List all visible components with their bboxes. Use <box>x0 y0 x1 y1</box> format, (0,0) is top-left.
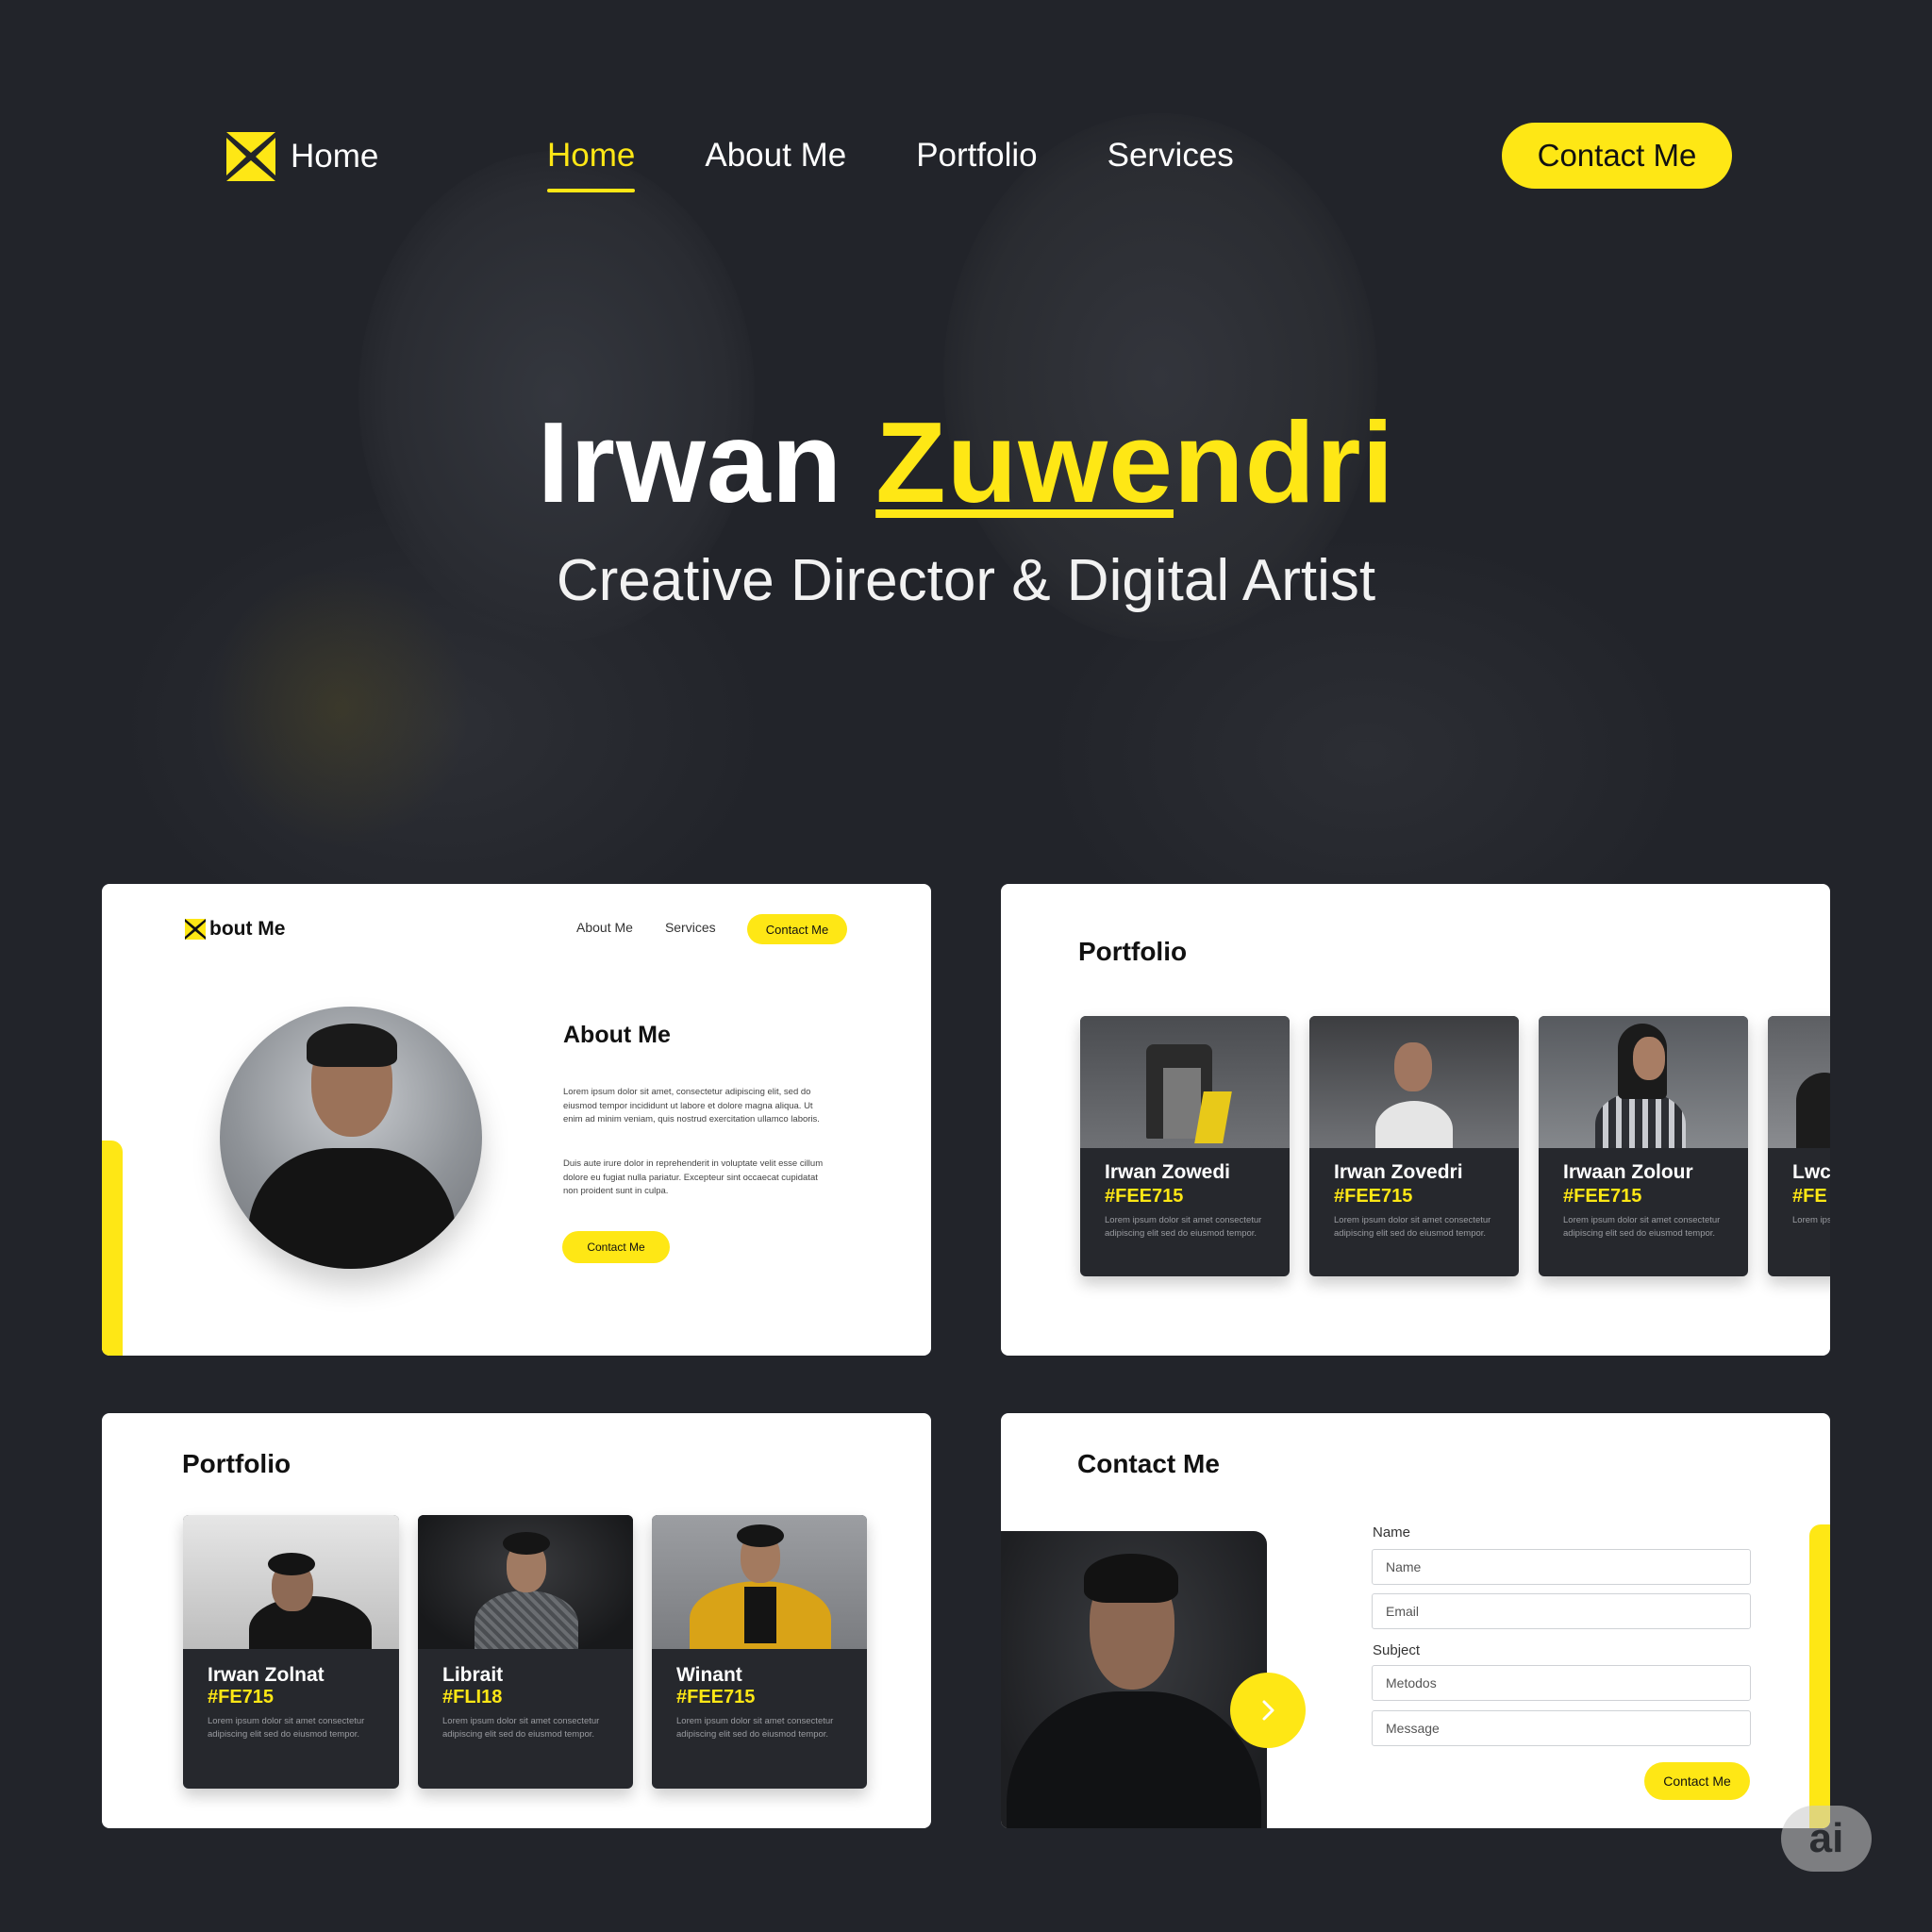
portfolio-desc: Lorem ipsum dolor sit amet consectetur a… <box>1105 1215 1262 1239</box>
contact-me-button[interactable]: Contact Me <box>1502 123 1732 189</box>
portfolio-photo <box>652 1515 867 1649</box>
portfolio-name: Librait <box>442 1664 504 1686</box>
x-logo-icon <box>185 919 206 940</box>
portfolio-item[interactable]: Lwc #FE Lorem ipsum dolor sit amet. <box>1768 1016 1830 1276</box>
portfolio-item[interactable]: Librait #FLI18 Lorem ipsum dolor sit ame… <box>418 1515 633 1789</box>
portfolio-name: Irwan Zowedi <box>1105 1161 1231 1183</box>
about-paragraph: Lorem ipsum dolor sit amet, consectetur … <box>563 1087 820 1124</box>
portfolio-card-top: Portfolio Irwan Zowedi #FEE715 Lorem ips… <box>1001 884 1830 1356</box>
avatar <box>220 1007 482 1269</box>
message-field[interactable]: Message <box>1372 1710 1751 1746</box>
subject-field[interactable]: Metodos <box>1372 1665 1751 1701</box>
portfolio-desc: Lorem ipsum dolor sit amet consectetur a… <box>208 1716 365 1740</box>
logo-text: Home <box>291 138 379 175</box>
nav-link-home[interactable]: Home <box>547 132 636 192</box>
x-logo-icon <box>226 132 275 181</box>
portfolio-name: Winant <box>676 1664 742 1686</box>
portfolio-item[interactable]: Winant #FEE715 Lorem ipsum dolor sit ame… <box>652 1515 867 1789</box>
portfolio-name: Lwc <box>1792 1161 1830 1183</box>
portfolio-color: #FEE715 <box>676 1687 756 1707</box>
portfolio-color: #FEE715 <box>1105 1186 1184 1207</box>
hero-first-name: Irwan <box>537 398 843 526</box>
portfolio-item[interactable]: Irwaan Zolour #FEE715 Lorem ipsum dolor … <box>1539 1016 1748 1276</box>
mini-nav: About Me Services <box>576 920 716 935</box>
nav-link-services[interactable]: Services <box>1108 132 1234 192</box>
mini-nav-about[interactable]: About Me <box>576 920 633 935</box>
portfolio-title: Portfolio <box>1078 937 1188 966</box>
portfolio-color: #FLI18 <box>442 1687 503 1707</box>
ai-badge: ai <box>1781 1806 1872 1872</box>
portfolio-photo <box>1539 1016 1748 1148</box>
portfolio-name: Irwan Zolnat <box>208 1664 325 1686</box>
portfolio-color: #FE <box>1792 1186 1827 1207</box>
portfolio-item[interactable]: Irwan Zowedi #FEE715 Lorem ipsum dolor s… <box>1080 1016 1290 1276</box>
name-field[interactable]: Name <box>1372 1549 1751 1585</box>
nav-links: Home About Me Portfolio Services <box>547 132 1234 192</box>
about-contact-button[interactable]: Contact Me <box>562 1231 670 1263</box>
chevron-right-icon <box>1262 1700 1274 1721</box>
contact-title: Contact Me <box>1077 1449 1220 1478</box>
portfolio-color: #FE715 <box>208 1687 275 1707</box>
contact-card: Contact Me Name Name Email Subject Metod… <box>1001 1413 1830 1828</box>
portfolio-color: #FEE715 <box>1334 1186 1413 1207</box>
hero-title: Irwan Zuwendri <box>0 396 1932 528</box>
portfolio-item[interactable]: Irwan Zovedri #FEE715 Lorem ipsum dolor … <box>1309 1016 1519 1276</box>
contact-photo <box>1001 1531 1267 1828</box>
next-button[interactable] <box>1230 1673 1306 1748</box>
mini-nav-services[interactable]: Services <box>665 920 716 935</box>
email-field[interactable]: Email <box>1372 1593 1751 1629</box>
top-navigation: Home Home About Me Portfolio Services Co… <box>0 0 1932 321</box>
portfolio-desc: Lorem ipsum dolor sit amet consectetur a… <box>676 1716 834 1740</box>
portfolio-desc: Lorem ipsum dolor sit amet consectetur a… <box>1563 1215 1721 1239</box>
send-contact-button[interactable]: Contact Me <box>1644 1762 1750 1800</box>
portfolio-item[interactable]: Irwan Zolnat #FE715 Lorem ipsum dolor si… <box>183 1515 399 1789</box>
nav-link-portfolio[interactable]: Portfolio <box>916 132 1037 192</box>
portfolio-title: Portfolio <box>182 1449 291 1478</box>
portfolio-desc: Lorem ipsum dolor sit amet. <box>1792 1215 1830 1225</box>
portfolio-photo <box>1768 1016 1830 1148</box>
portfolio-name: Irwaan Zolour <box>1563 1161 1693 1183</box>
accent-bar <box>102 1141 123 1356</box>
mini-logo[interactable]: bout Me <box>185 918 285 941</box>
hero-last-name: Zuwendri <box>875 398 1395 526</box>
portfolio-card-bottom: Portfolio Irwan Zolnat #FE715 Lorem ipsu… <box>102 1413 931 1828</box>
mini-contact-button[interactable]: Contact Me <box>747 914 847 944</box>
nav-link-about[interactable]: About Me <box>705 132 846 192</box>
portfolio-desc: Lorem ipsum dolor sit amet consectetur a… <box>1334 1215 1491 1239</box>
portfolio-color: #FEE715 <box>1563 1186 1642 1207</box>
accent-bar <box>1809 1524 1830 1828</box>
logo[interactable]: Home <box>226 132 378 181</box>
about-me-card: bout Me About Me Services Contact Me Abo… <box>102 884 931 1356</box>
portfolio-desc: Lorem ipsum dolor sit amet consectetur a… <box>442 1716 600 1740</box>
mini-logo-text: bout Me <box>209 918 286 940</box>
about-paragraph: Duis aute irure dolor in reprehenderit i… <box>563 1158 824 1196</box>
portfolio-photo <box>1080 1016 1290 1148</box>
portfolio-name: Irwan Zovedri <box>1334 1161 1463 1183</box>
portfolio-photo <box>1309 1016 1519 1148</box>
portfolio-photo <box>183 1515 399 1649</box>
name-label: Name <box>1373 1524 1411 1541</box>
about-title: About Me <box>563 1022 671 1048</box>
hero-subtitle: Creative Director & Digital Artist <box>556 548 1376 613</box>
portfolio-photo <box>418 1515 633 1649</box>
subject-label: Subject <box>1373 1642 1421 1658</box>
